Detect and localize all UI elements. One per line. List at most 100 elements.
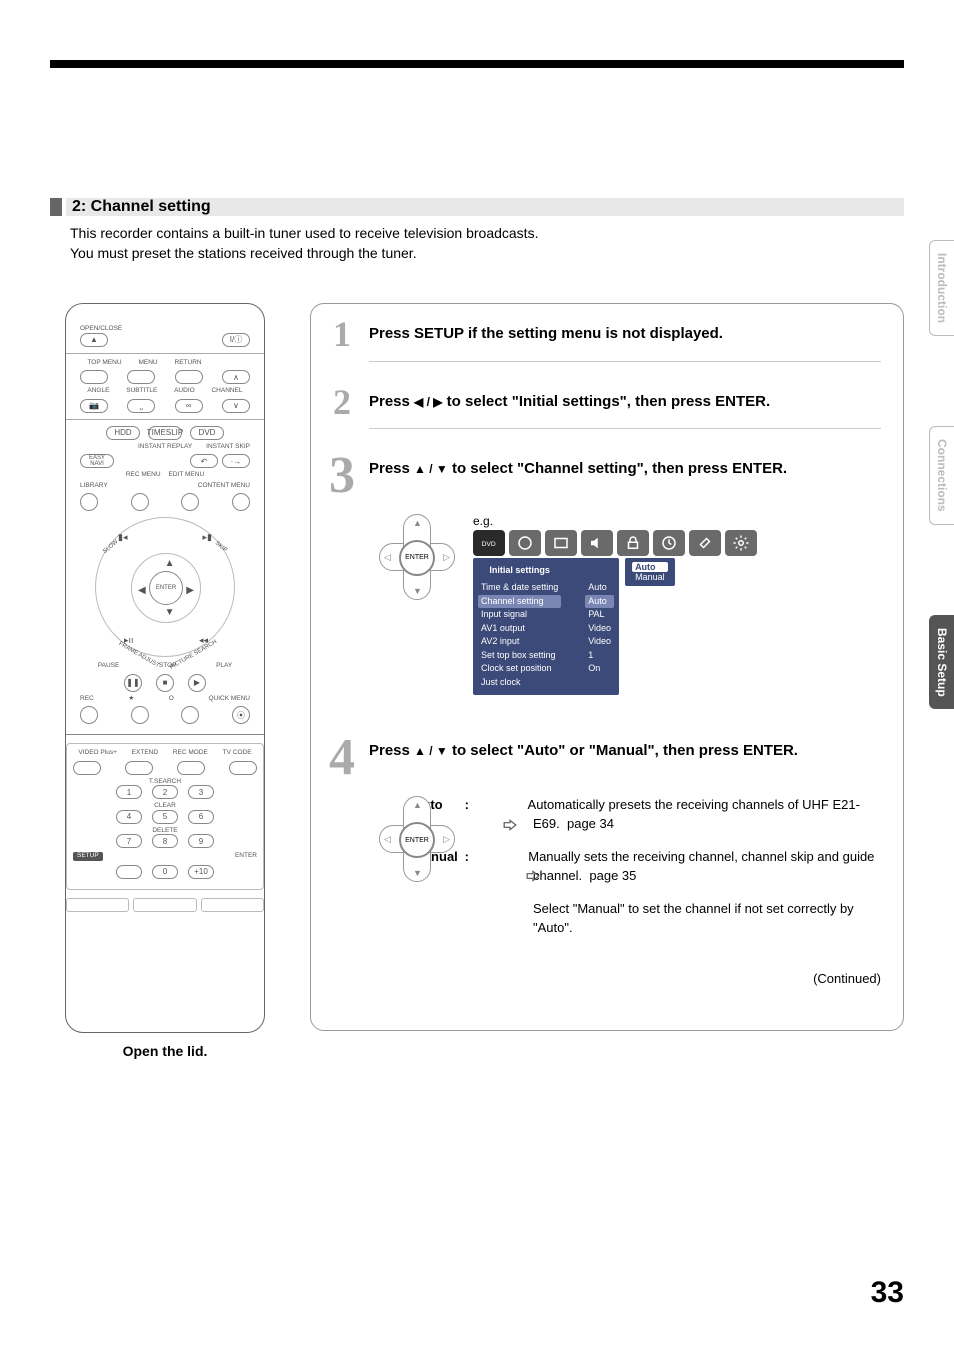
tab-introduction[interactable]: Introduction (929, 240, 954, 336)
tab-connections[interactable]: Connections (929, 426, 954, 525)
button-circle[interactable] (181, 706, 199, 724)
osd-item-channel-setting: Channel setting (478, 595, 561, 609)
button-eject[interactable]: ▲ (80, 333, 108, 347)
button-rec-mode[interactable] (177, 761, 205, 775)
button-num-5[interactable]: 5 (152, 810, 178, 824)
step-3-title-a: Press (369, 460, 414, 477)
step-4: 4 Press ▲ / ▼ to select "Auto" or "Manua… (325, 735, 881, 986)
step-1: 1 Press SETUP if the setting menu is not… (325, 318, 881, 361)
tab-basic-setup[interactable]: Basic Setup (929, 615, 954, 710)
button-num-6[interactable]: 6 (188, 810, 214, 824)
button-power[interactable]: I/ⓘ (222, 333, 250, 347)
label-play: PLAY (216, 663, 232, 670)
dpad-enter-button-2[interactable]: ENTER (399, 822, 435, 858)
button-num-plus10[interactable]: +10 (188, 865, 214, 879)
osd-val-input-signal: PAL (588, 608, 611, 622)
page-top-bar (50, 60, 904, 68)
button-audio[interactable]: ∞ (175, 399, 203, 413)
button-easy-navi[interactable]: EASYNAVI (80, 454, 114, 468)
step-4-definitions: Auto : Automatically presets the receivi… (473, 796, 881, 951)
button-hdd[interactable]: HDD (106, 426, 140, 440)
label-skip: SKIP (214, 540, 228, 553)
lid-area: VIDEO Plus+ EXTEND REC MODE TV CODE T.SE… (66, 734, 264, 912)
dpad-left-arrow-icon: ◁ (384, 552, 391, 563)
button-library[interactable] (80, 493, 98, 511)
dpad-up-arrow-icon: ▲ (413, 518, 422, 528)
button-num-4[interactable]: 4 (116, 810, 142, 824)
button-angle[interactable]: 📷 (80, 399, 108, 413)
step-3-title-b: to select "Channel setting", then press … (448, 460, 787, 477)
label-star: ★ (128, 696, 134, 703)
osd-item-time-date: Time & date setting (481, 581, 558, 595)
step-1-title: Press SETUP if the setting menu is not d… (369, 318, 881, 344)
steps-panel: 1 Press SETUP if the setting menu is not… (310, 303, 904, 1031)
left-right-arrows-icon: ◀ / ▶ (414, 394, 442, 410)
button-edit-menu[interactable] (181, 493, 199, 511)
page-ref-35: page 35 (589, 868, 636, 883)
button-dvd[interactable]: DVD (190, 426, 224, 440)
label-content-menu: CONTENT MENU (198, 483, 250, 490)
button-channel-up[interactable]: ∧ (222, 370, 250, 384)
osd-settings-icon (725, 530, 757, 556)
label-quick-menu: QUICK MENU (208, 696, 250, 703)
icon-slow-rev: ▮◂ (118, 532, 127, 543)
button-timeslip[interactable]: TIMESLIP (148, 426, 182, 440)
button-num-8[interactable]: 8 (152, 834, 178, 848)
label-top-menu: TOP MENU (87, 360, 121, 367)
button-subtitle[interactable]: ⎵ (127, 399, 155, 413)
button-instant-skip[interactable]: ·→ (222, 454, 250, 468)
button-return[interactable] (175, 370, 203, 384)
step-2-number: 2 (325, 386, 359, 418)
button-enter[interactable]: ENTER (149, 571, 183, 605)
dpad-enter-button[interactable]: ENTER (399, 540, 435, 576)
button-menu[interactable] (127, 370, 155, 384)
label-video-plus: VIDEO Plus+ (78, 750, 116, 757)
button-num-9[interactable]: 9 (188, 834, 214, 848)
button-channel-down[interactable]: ∨ (222, 399, 250, 413)
step-2-title-a: Press (369, 393, 414, 410)
jog-ring[interactable]: SLOW SKIP ▮◂ ▸▮ ▸ıı ◂◂ FRAME ADJUST PICT… (95, 517, 235, 657)
button-rec-menu[interactable] (131, 493, 149, 511)
button-setup[interactable] (116, 865, 142, 879)
button-pause[interactable]: ❚❚ (124, 674, 142, 692)
button-star[interactable] (131, 706, 149, 724)
button-extend[interactable] (125, 761, 153, 775)
label-circle: O (169, 696, 174, 703)
osd-settings-panel: Initial settings Time & date setting Cha… (473, 558, 619, 696)
button-video-plus[interactable] (73, 761, 101, 775)
button-stop[interactable]: ■ (156, 674, 174, 692)
button-rec[interactable] (80, 706, 98, 724)
button-num-2[interactable]: 2 (152, 785, 178, 799)
osd-display-icon (545, 530, 577, 556)
button-quick-menu[interactable]: ⦿ (232, 706, 250, 724)
button-top-menu[interactable] (80, 370, 108, 384)
page-number: 33 (871, 1276, 904, 1310)
button-content-menu[interactable] (232, 493, 250, 511)
button-tv-code[interactable] (229, 761, 257, 775)
button-instant-replay[interactable]: ↶ (190, 454, 218, 468)
label-instant-replay: INSTANT REPLAY (138, 444, 192, 451)
osd-clock-icon (653, 530, 685, 556)
button-num-0[interactable]: 0 (152, 865, 178, 879)
open-lid-caption: Open the lid. (50, 1043, 280, 1059)
label-extend: EXTEND (132, 750, 158, 757)
step-4-title-b: to select "Auto" or "Manual", then press… (448, 742, 798, 759)
dpad-right-arrow-icon: ▷ (443, 552, 450, 563)
osd-dvd-video-icon: DVD (473, 530, 505, 556)
label-pause: PAUSE (98, 663, 120, 670)
enter-dpad-illustration: ENTER ▲ ▼ ◁ ▷ (379, 514, 455, 600)
button-num-7[interactable]: 7 (116, 834, 142, 848)
step-2-title-b: to select "Initial settings", then press… (443, 393, 771, 410)
icon-skip-fwd: ▸▮ (203, 532, 212, 543)
button-num-3[interactable]: 3 (188, 785, 214, 799)
lid-slot-1 (66, 898, 129, 912)
step-1-number: 1 (325, 318, 359, 350)
label-tv-code: TV CODE (223, 750, 252, 757)
dpad-left-arrow-icon-2: ◁ (384, 834, 391, 845)
label-rec-mode: REC MODE (173, 750, 208, 757)
button-num-1[interactable]: 1 (116, 785, 142, 799)
dpad-up-arrow-icon-2: ▲ (413, 800, 422, 810)
enter-dpad-illustration-2: ENTER ▲ ▼ ◁ ▷ (379, 796, 455, 882)
button-play[interactable]: ▶ (188, 674, 206, 692)
osd-sound-icon (581, 530, 613, 556)
